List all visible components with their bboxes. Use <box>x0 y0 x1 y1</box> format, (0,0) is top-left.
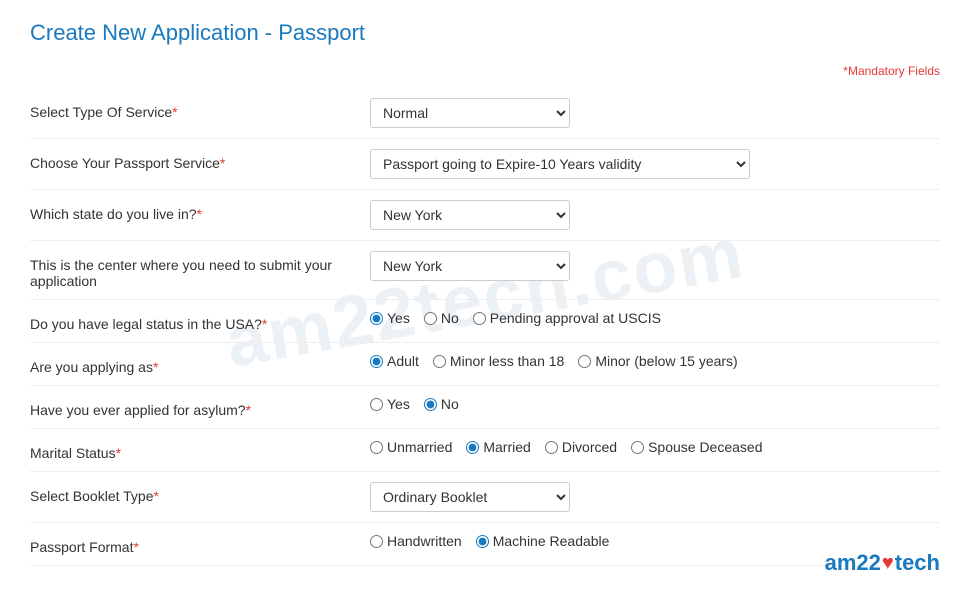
applying-as-row: Are you applying as* Adult Minor less th… <box>30 343 940 386</box>
state-control: New York California Texas Florida Illino… <box>370 200 940 230</box>
passport-service-control: Passport going to Expire-10 Years validi… <box>370 149 940 179</box>
applying-as-label: Are you applying as* <box>30 353 370 375</box>
marital-married[interactable]: Married <box>466 439 530 455</box>
state-row: Which state do you live in?* New York Ca… <box>30 190 940 241</box>
booklet-type-control: Ordinary Booklet Official Booklet Diplom… <box>370 482 940 512</box>
passport-format-control: Handwritten Machine Readable <box>370 533 940 549</box>
asylum-no[interactable]: No <box>424 396 459 412</box>
submission-center-select[interactable]: New York Los Angeles Chicago Houston <box>370 251 570 281</box>
booklet-type-select[interactable]: Ordinary Booklet Official Booklet Diplom… <box>370 482 570 512</box>
legal-status-radio-group: Yes No Pending approval at USCIS <box>370 310 661 326</box>
state-label: Which state do you live in?* <box>30 200 370 222</box>
marital-spouse-deceased[interactable]: Spouse Deceased <box>631 439 762 455</box>
submission-center-label: This is the center where you need to sub… <box>30 251 370 289</box>
applying-as-control: Adult Minor less than 18 Minor (below 15… <box>370 353 940 369</box>
service-type-select[interactable]: Normal Tatkal Emergency <box>370 98 570 128</box>
booklet-type-row: Select Booklet Type* Ordinary Booklet Of… <box>30 472 940 523</box>
passport-service-label: Choose Your Passport Service* <box>30 149 370 171</box>
brand-text-tech: tech <box>895 550 940 576</box>
applying-as-minor18[interactable]: Minor less than 18 <box>433 353 564 369</box>
brand-heart-icon: ♥ <box>882 552 894 575</box>
legal-status-yes[interactable]: Yes <box>370 310 410 326</box>
marital-status-control: Unmarried Married Divorced Spouse Deceas… <box>370 439 940 455</box>
format-handwritten[interactable]: Handwritten <box>370 533 462 549</box>
format-machine-readable[interactable]: Machine Readable <box>476 533 610 549</box>
asylum-yes[interactable]: Yes <box>370 396 410 412</box>
passport-service-row: Choose Your Passport Service* Passport g… <box>30 139 940 190</box>
state-select[interactable]: New York California Texas Florida Illino… <box>370 200 570 230</box>
applying-as-radio-group: Adult Minor less than 18 Minor (below 15… <box>370 353 738 369</box>
service-type-row: Select Type Of Service* Normal Tatkal Em… <box>30 88 940 139</box>
passport-format-radio-group: Handwritten Machine Readable <box>370 533 609 549</box>
submission-center-control: New York Los Angeles Chicago Houston <box>370 251 940 281</box>
legal-status-pending[interactable]: Pending approval at USCIS <box>473 310 661 326</box>
passport-format-row: Passport Format* Handwritten Machine Rea… <box>30 523 940 566</box>
marital-status-row: Marital Status* Unmarried Married Divorc… <box>30 429 940 472</box>
page-title: Create New Application - Passport <box>30 20 940 54</box>
legal-status-label: Do you have legal status in the USA?* <box>30 310 370 332</box>
asylum-radio-group: Yes No <box>370 396 459 412</box>
service-type-label: Select Type Of Service* <box>30 98 370 120</box>
brand-logo: am22♥tech <box>825 550 940 576</box>
asylum-label: Have you ever applied for asylum?* <box>30 396 370 418</box>
booklet-type-label: Select Booklet Type* <box>30 482 370 504</box>
marital-status-label: Marital Status* <box>30 439 370 461</box>
asylum-row: Have you ever applied for asylum?* Yes N… <box>30 386 940 429</box>
mandatory-note: *Mandatory Fields <box>30 64 940 78</box>
passport-service-select[interactable]: Passport going to Expire-10 Years validi… <box>370 149 750 179</box>
brand-text-am: am22 <box>825 550 881 576</box>
marital-divorced[interactable]: Divorced <box>545 439 617 455</box>
legal-status-row: Do you have legal status in the USA?* Ye… <box>30 300 940 343</box>
service-type-control: Normal Tatkal Emergency <box>370 98 940 128</box>
legal-status-no[interactable]: No <box>424 310 459 326</box>
marital-unmarried[interactable]: Unmarried <box>370 439 452 455</box>
submission-center-row: This is the center where you need to sub… <box>30 241 940 300</box>
passport-format-label: Passport Format* <box>30 533 370 555</box>
applying-as-minor15[interactable]: Minor (below 15 years) <box>578 353 737 369</box>
applying-as-adult[interactable]: Adult <box>370 353 419 369</box>
asylum-control: Yes No <box>370 396 940 412</box>
marital-status-radio-group: Unmarried Married Divorced Spouse Deceas… <box>370 439 763 455</box>
legal-status-control: Yes No Pending approval at USCIS <box>370 310 940 326</box>
